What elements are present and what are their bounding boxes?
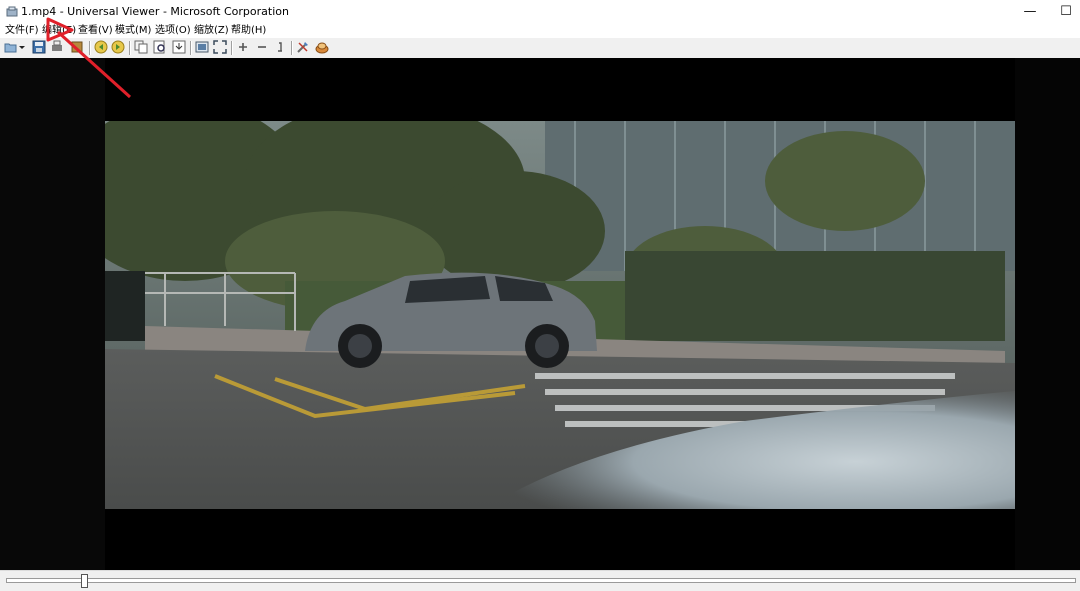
find-icon[interactable] xyxy=(153,40,167,54)
open-icon[interactable] xyxy=(4,40,18,54)
menu-edit[interactable]: 编辑(E) xyxy=(42,24,76,38)
menu-zoom[interactable]: 缩放(Z) xyxy=(194,24,229,38)
toolbar-separator xyxy=(190,41,192,55)
zoom-original-icon[interactable] xyxy=(273,40,287,54)
toolbar-separator xyxy=(89,41,91,55)
seek-slider[interactable] xyxy=(6,578,1076,583)
save-icon[interactable] xyxy=(32,40,46,54)
menu-help[interactable]: 帮助(H) xyxy=(231,24,266,38)
toolbar-separator xyxy=(129,41,131,55)
print-icon[interactable] xyxy=(50,40,64,54)
window-title: 1.mp4 - Universal Viewer - Microsoft Cor… xyxy=(21,5,289,18)
status-bar xyxy=(0,570,1080,591)
zoom-out-icon[interactable] xyxy=(255,40,269,54)
menu-view[interactable]: 查看(V) xyxy=(78,24,113,38)
toolbar xyxy=(0,38,1080,59)
viewer-letterbox-right xyxy=(1015,58,1080,570)
zoom-in-icon[interactable] xyxy=(236,40,250,54)
maximize-button[interactable]: ☐ xyxy=(1048,0,1080,24)
video-frame[interactable] xyxy=(105,121,1015,509)
copy-icon[interactable] xyxy=(134,40,148,54)
toolbar-separator xyxy=(291,41,293,55)
menu-file[interactable]: 文件(F) xyxy=(5,24,39,38)
viewer-letterbox-left xyxy=(0,58,105,570)
video-frame-image xyxy=(105,121,1015,509)
fullscreen-icon[interactable] xyxy=(213,40,227,54)
plugins-icon[interactable] xyxy=(315,40,329,54)
app-icon xyxy=(6,6,18,17)
toolbar-separator xyxy=(231,41,233,55)
properties-icon[interactable] xyxy=(70,40,84,54)
back-icon[interactable] xyxy=(94,40,108,54)
seek-thumb[interactable] xyxy=(81,574,88,588)
dropdown-arrow-icon[interactable] xyxy=(18,40,26,54)
menu-options[interactable]: 选项(O) xyxy=(155,24,191,38)
title-bar[interactable]: 1.mp4 - Universal Viewer - Microsoft Cor… xyxy=(0,0,1080,24)
minimize-button[interactable]: — xyxy=(1012,0,1048,24)
forward-icon[interactable] xyxy=(111,40,125,54)
load-icon[interactable] xyxy=(172,40,186,54)
menu-bar: 文件(F) 编辑(E) 查看(V) 模式(M) 选项(O) 缩放(Z) 帮助(H… xyxy=(0,24,1080,38)
fit-window-icon[interactable] xyxy=(195,40,209,54)
menu-mode[interactable]: 模式(M) xyxy=(115,24,151,38)
settings-icon[interactable] xyxy=(296,40,310,54)
